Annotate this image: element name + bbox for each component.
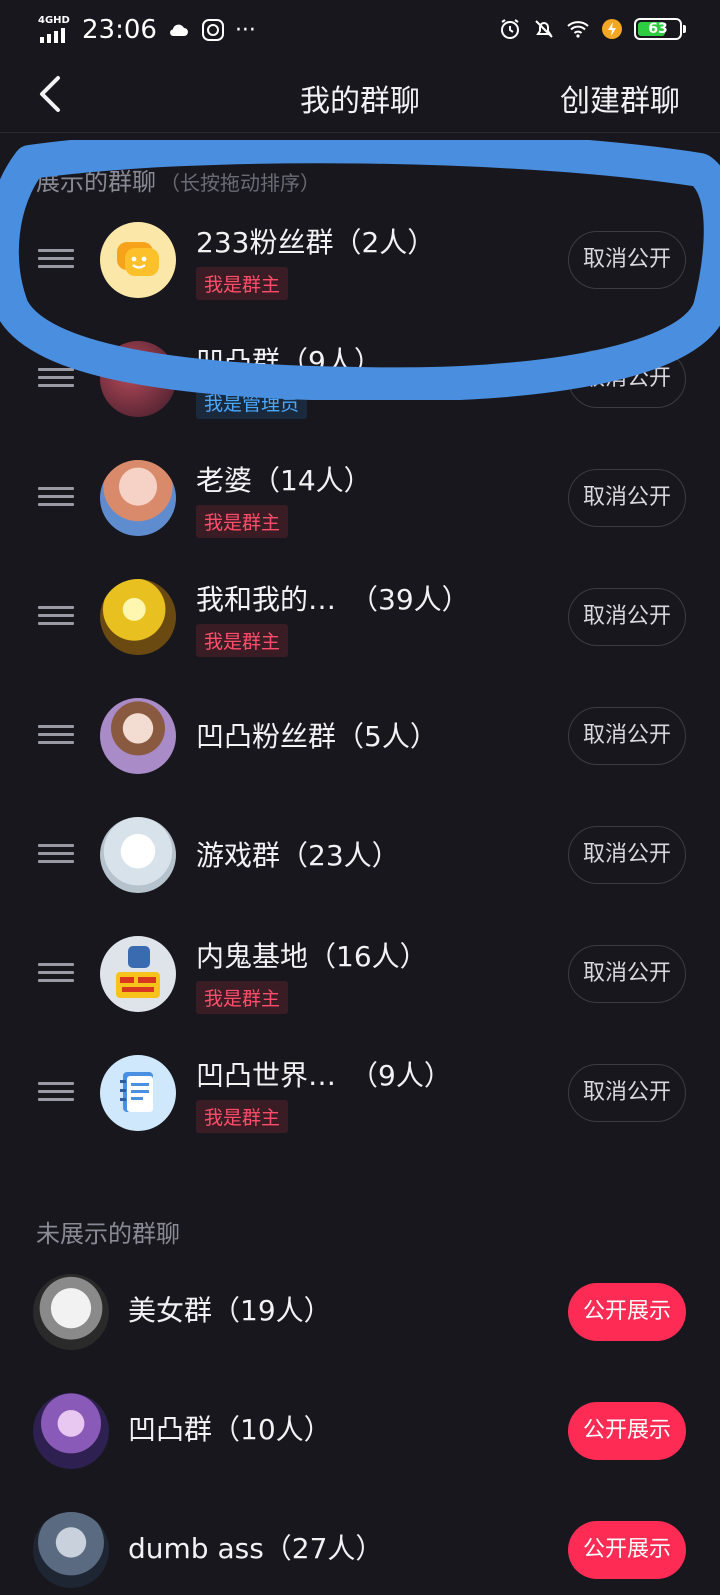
drag-handle-icon[interactable] <box>38 1082 74 1104</box>
anime-avatar <box>33 1393 109 1469</box>
drag-handle-icon[interactable] <box>38 487 74 509</box>
shown-group-row[interactable]: 内鬼基地（16人） 我是群主 取消公开 <box>0 919 720 1019</box>
drag-handle-icon[interactable] <box>38 963 74 985</box>
publish-button[interactable]: 公开展示 <box>568 1521 686 1579</box>
unpublish-button[interactable]: 取消公开 <box>568 945 686 1003</box>
publish-button[interactable]: 公开展示 <box>568 1402 686 1460</box>
drag-handle-icon[interactable] <box>38 606 74 628</box>
create-group-button[interactable]: 创建群聊 <box>560 76 680 120</box>
shown-group-row[interactable]: 凹凸粉丝群（5人） 取消公开 <box>0 681 720 781</box>
anime-avatar <box>33 1512 109 1588</box>
shown-group-row[interactable]: 凹凸世界… （9人） 我是群主 取消公开 <box>0 1038 720 1138</box>
battery-level: 63 <box>648 21 668 37</box>
group-name: 凹凸粉丝群（5人） <box>196 720 438 753</box>
chat-bubble-avatar <box>100 222 176 298</box>
admin-badge: 我是管理员 <box>196 386 308 419</box>
anime-avatar <box>100 579 176 655</box>
owner-badge: 我是群主 <box>196 981 289 1014</box>
shown-group-row[interactable]: 233粉丝群（2人） 我是群主 取消公开 <box>0 205 720 305</box>
cloud-icon <box>170 24 188 36</box>
sketch-avatar <box>100 817 176 893</box>
hidden-group-row[interactable]: 凹凸群（10人） 公开展示 <box>0 1376 720 1476</box>
charging-icon <box>602 19 622 39</box>
sticker-avatar <box>100 936 176 1012</box>
network-type: 4GHD <box>38 15 70 26</box>
anime-avatar <box>100 341 176 417</box>
group-name: 233粉丝群（2人） <box>196 226 436 259</box>
owner-badge: 我是群主 <box>196 505 289 538</box>
shown-group-row[interactable]: 老婆（14人） 我是群主 取消公开 <box>0 443 720 543</box>
unpublish-button[interactable]: 取消公开 <box>568 588 686 646</box>
unpublish-button[interactable]: 取消公开 <box>568 350 686 408</box>
group-name: 我和我的… （39人） <box>196 583 470 616</box>
nav-bar: 我的群聊 创建群聊 <box>0 58 720 133</box>
back-arrow-icon[interactable] <box>30 70 74 118</box>
group-name: 凹凸群（9人） <box>196 345 382 378</box>
app-notification-icon <box>201 19 224 41</box>
drag-handle-icon[interactable] <box>38 725 74 747</box>
unpublish-button[interactable]: 取消公开 <box>568 826 686 884</box>
hidden-group-row[interactable]: 美女群（19人） 公开展示 <box>0 1257 720 1357</box>
group-name: 美女群（19人） <box>128 1294 332 1327</box>
alarm-icon <box>501 19 519 39</box>
shown-group-row[interactable]: 游戏群（23人） 取消公开 <box>0 800 720 900</box>
hidden-group-row[interactable]: dumb ass（27人） 公开展示 <box>0 1495 720 1595</box>
battery-icon: 63 <box>634 18 686 40</box>
unpublish-button[interactable]: 取消公开 <box>568 707 686 765</box>
status-bar: 4GHD 23:06 ··· 63 <box>0 0 720 58</box>
shown-group-row[interactable]: 我和我的… （39人） 我是群主 取消公开 <box>0 562 720 662</box>
status-time: 23:06 <box>82 15 157 45</box>
group-name: 凹凸世界… （9人） <box>196 1059 452 1092</box>
group-name: 内鬼基地（16人） <box>196 940 428 973</box>
anime-avatar <box>100 460 176 536</box>
shown-section-label: 展示的群聊 <box>36 168 156 196</box>
drag-handle-icon[interactable] <box>38 249 74 271</box>
unpublish-button[interactable]: 取消公开 <box>568 231 686 289</box>
anime-avatar <box>100 698 176 774</box>
shown-section-title: 展示的群聊 （长按拖动排序） <box>36 162 320 197</box>
wifi-icon <box>567 21 589 38</box>
publish-button[interactable]: 公开展示 <box>568 1283 686 1341</box>
unpublish-button[interactable]: 取消公开 <box>568 1064 686 1122</box>
drag-handle-icon[interactable] <box>38 368 74 390</box>
notes-avatar <box>100 1055 176 1131</box>
more-notifications: ··· <box>234 17 256 43</box>
drag-handle-icon[interactable] <box>38 844 74 866</box>
shown-group-row[interactable]: 凹凸群（9人） 我是管理员 取消公开 <box>0 324 720 424</box>
unpublish-button[interactable]: 取消公开 <box>568 469 686 527</box>
group-name: 老婆（14人） <box>196 464 372 497</box>
owner-badge: 我是群主 <box>196 624 289 657</box>
hidden-section-title: 未展示的群聊 <box>36 1220 180 1248</box>
anime-avatar <box>33 1274 109 1350</box>
sort-hint: （长按拖动排序） <box>160 171 320 195</box>
group-name: 游戏群（23人） <box>196 839 400 872</box>
mute-bell-icon <box>535 20 553 38</box>
group-name: dumb ass（27人） <box>128 1532 384 1565</box>
owner-badge: 我是群主 <box>196 1100 289 1133</box>
owner-badge: 我是群主 <box>196 267 289 300</box>
signal-icon: 4GHD <box>38 15 72 45</box>
group-name: 凹凸群（10人） <box>128 1413 332 1446</box>
